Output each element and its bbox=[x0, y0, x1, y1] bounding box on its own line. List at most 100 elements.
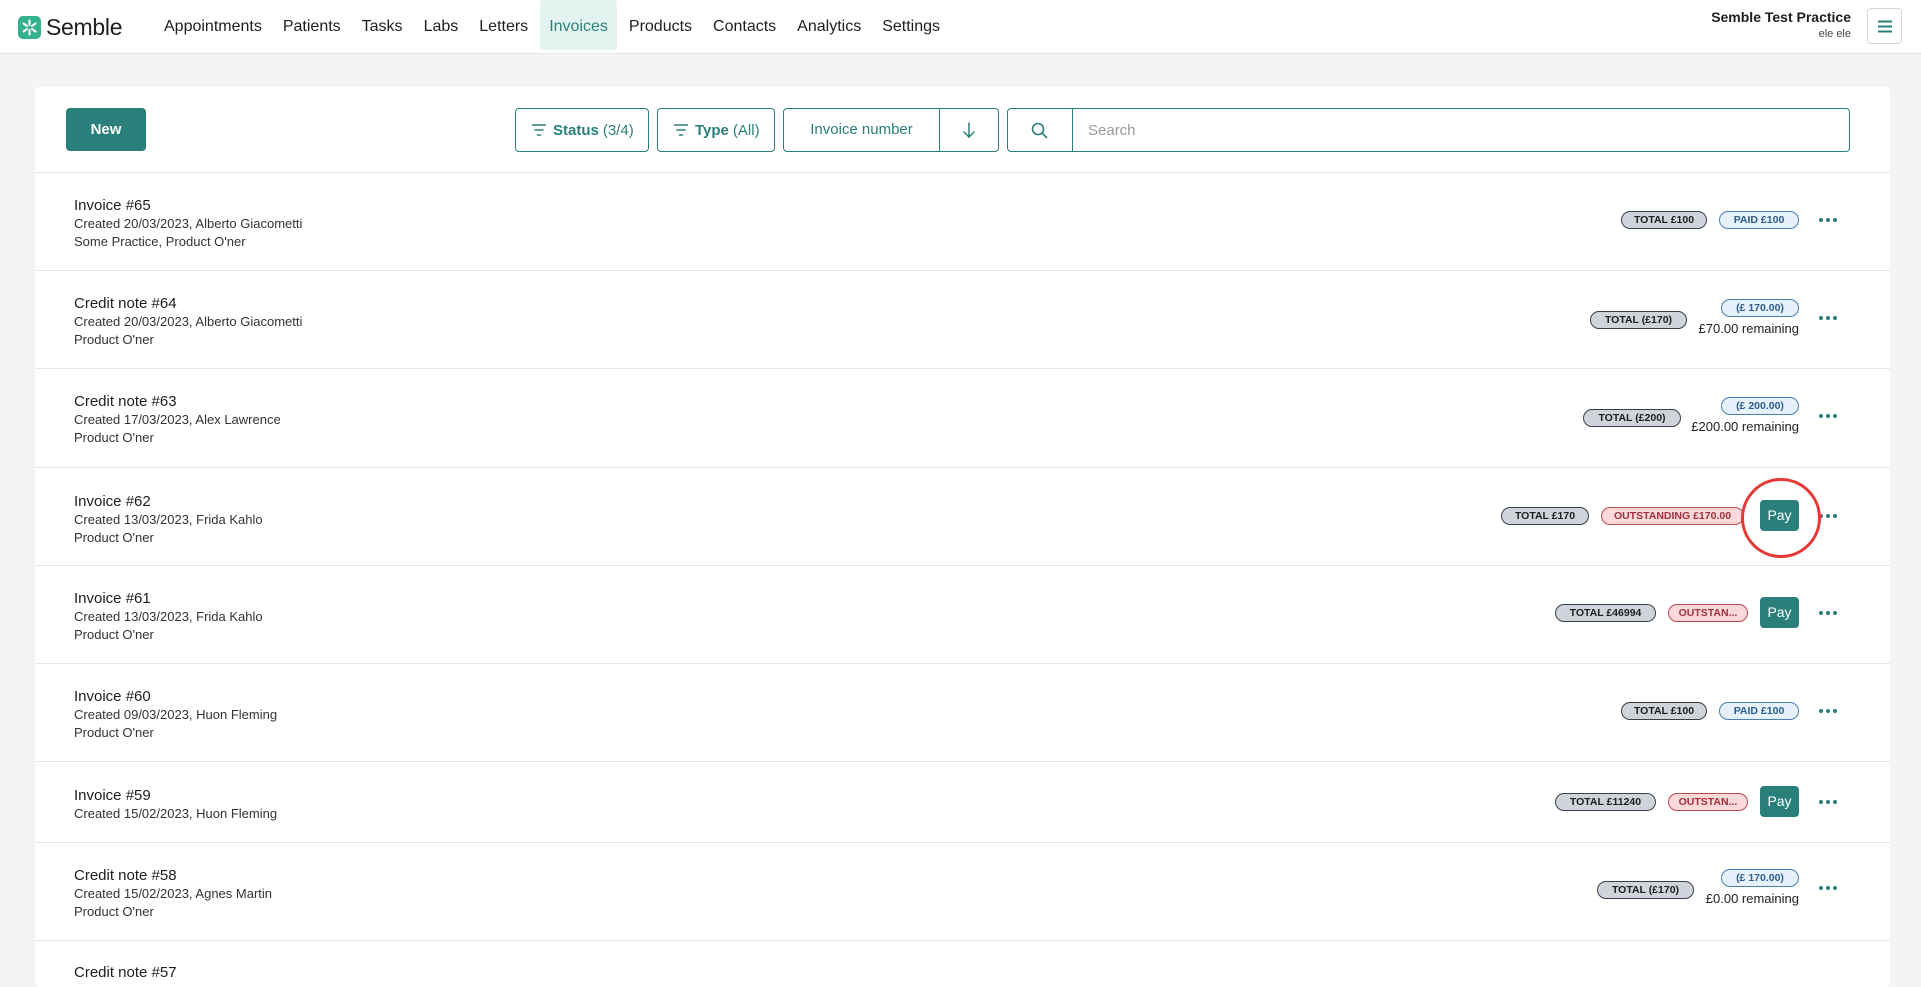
nav-item-products[interactable]: Products bbox=[620, 0, 701, 50]
more-options-icon[interactable] bbox=[1816, 792, 1840, 812]
total-badge: TOTAL £46994 bbox=[1555, 604, 1656, 622]
credit-note-row[interactable]: Credit note #64 Created 20/03/2023, Albe… bbox=[35, 271, 1890, 369]
new-invoice-button[interactable]: New bbox=[66, 108, 146, 151]
invoices-toolbar: New Status (3/4) Type (All) Invoice numb… bbox=[35, 87, 1890, 173]
semble-logo[interactable]: Semble bbox=[18, 14, 122, 41]
row-created: Created 13/03/2023, Frida Kahlo bbox=[74, 512, 263, 527]
search-button[interactable] bbox=[1008, 109, 1073, 151]
credit-amount-badge: (£ 200.00) bbox=[1721, 397, 1799, 415]
row-title: Credit note #57 bbox=[74, 964, 177, 981]
more-options-icon[interactable] bbox=[1816, 308, 1840, 328]
remaining-amount: £70.00 remaining bbox=[1698, 321, 1799, 336]
pay-button[interactable]: Pay bbox=[1760, 786, 1799, 817]
outstanding-badge: OUTSTAN... bbox=[1668, 604, 1748, 622]
row-title: Invoice #62 bbox=[74, 493, 151, 510]
remaining-amount: £200.00 remaining bbox=[1691, 419, 1799, 434]
row-created: Created 13/03/2023, Frida Kahlo bbox=[74, 609, 263, 624]
invoice-row[interactable]: Invoice #60 Created 09/03/2023, Huon Fle… bbox=[35, 664, 1890, 762]
sort-control: Invoice number bbox=[783, 108, 999, 152]
nav-item-invoices[interactable]: Invoices bbox=[540, 0, 617, 50]
credit-amount-badge: (£ 170.00) bbox=[1721, 299, 1799, 317]
filter-icon bbox=[532, 124, 546, 136]
credit-note-row[interactable]: Credit note #57 bbox=[35, 941, 1890, 987]
invoice-row[interactable]: Invoice #59 Created 15/02/2023, Huon Fle… bbox=[35, 762, 1890, 843]
pay-button[interactable]: Pay bbox=[1760, 500, 1799, 531]
row-title: Invoice #61 bbox=[74, 590, 151, 607]
paid-badge: PAID £100 bbox=[1719, 702, 1799, 720]
total-badge: TOTAL £100 bbox=[1621, 702, 1707, 720]
total-badge: TOTAL £100 bbox=[1621, 211, 1707, 229]
more-options-icon[interactable] bbox=[1816, 603, 1840, 623]
remaining-amount: £0.00 remaining bbox=[1705, 891, 1799, 906]
invoice-row[interactable]: Invoice #61 Created 13/03/2023, Frida Ka… bbox=[35, 566, 1890, 664]
row-title: Credit note #64 bbox=[74, 295, 177, 312]
status-filter-button[interactable]: Status (3/4) bbox=[515, 108, 649, 152]
outstanding-badge: OUTSTAN... bbox=[1668, 793, 1748, 811]
status-filter-label: Status bbox=[553, 121, 599, 139]
row-created: Created 09/03/2023, Huon Fleming bbox=[74, 707, 278, 722]
row-created: Created 15/02/2023, Huon Fleming bbox=[74, 806, 278, 821]
pay-button[interactable]: Pay bbox=[1760, 597, 1799, 628]
nav-item-settings[interactable]: Settings bbox=[873, 0, 949, 50]
more-options-icon[interactable] bbox=[1816, 210, 1840, 230]
filter-icon bbox=[674, 124, 688, 136]
search-control bbox=[1007, 108, 1850, 152]
row-details: Product O'ner bbox=[74, 530, 154, 545]
arrow-down-icon bbox=[963, 122, 975, 138]
search-icon bbox=[1031, 122, 1048, 139]
search-input[interactable] bbox=[1073, 109, 1849, 151]
type-filter-button[interactable]: Type (All) bbox=[657, 108, 775, 152]
more-options-icon[interactable] bbox=[1816, 878, 1840, 898]
sort-direction-button[interactable] bbox=[940, 109, 998, 151]
row-details: Product O'ner bbox=[74, 430, 154, 445]
row-title: Invoice #59 bbox=[74, 787, 151, 804]
type-filter-count: (All) bbox=[732, 121, 760, 139]
total-badge: TOTAL £170 bbox=[1501, 507, 1589, 525]
status-filter-count: (3/4) bbox=[602, 121, 634, 139]
row-created: Created 20/03/2023, Alberto Giacometti bbox=[74, 314, 303, 329]
nav-item-patients[interactable]: Patients bbox=[274, 0, 350, 50]
main-nav: Appointments Patients Tasks Labs Letters… bbox=[155, 0, 952, 50]
more-options-icon[interactable] bbox=[1816, 701, 1840, 721]
credit-note-row[interactable]: Credit note #58 Created 15/02/2023, Agne… bbox=[35, 843, 1890, 941]
row-title: Invoice #60 bbox=[74, 688, 151, 705]
row-details: Product O'ner bbox=[74, 904, 154, 919]
practice-name: Semble Test Practice bbox=[1711, 9, 1851, 25]
top-nav-bar: Semble Appointments Patients Tasks Labs … bbox=[0, 0, 1921, 54]
nav-item-appointments[interactable]: Appointments bbox=[155, 0, 271, 50]
row-created: Created 15/02/2023, Agnes Martin bbox=[74, 886, 273, 901]
more-options-icon[interactable] bbox=[1816, 406, 1840, 426]
invoice-row[interactable]: Invoice #62 Created 13/03/2023, Frida Ka… bbox=[35, 468, 1890, 566]
row-details: Some Practice, Product O'ner bbox=[74, 234, 246, 249]
sort-field-select[interactable]: Invoice number bbox=[784, 109, 940, 151]
invoice-row[interactable]: Invoice #65 Created 20/03/2023, Alberto … bbox=[35, 173, 1890, 271]
hamburger-menu-button[interactable] bbox=[1867, 8, 1902, 44]
semble-logo-text: Semble bbox=[46, 14, 123, 40]
row-details: Product O'ner bbox=[74, 332, 154, 347]
credit-note-row[interactable]: Credit note #63 Created 17/03/2023, Alex… bbox=[35, 369, 1890, 468]
row-title: Credit note #63 bbox=[74, 393, 177, 410]
hamburger-icon bbox=[1878, 20, 1892, 33]
row-title: Invoice #65 bbox=[74, 197, 151, 214]
semble-logo-icon bbox=[18, 16, 41, 39]
total-badge: TOTAL (£170) bbox=[1597, 881, 1694, 899]
row-created: Created 20/03/2023, Alberto Giacometti bbox=[74, 216, 303, 231]
nav-item-contacts[interactable]: Contacts bbox=[704, 0, 785, 50]
account-info[interactable]: Semble Test Practice ele ele bbox=[1711, 9, 1851, 40]
row-title: Credit note #58 bbox=[74, 867, 177, 884]
nav-item-tasks[interactable]: Tasks bbox=[353, 0, 412, 50]
type-filter-label: Type bbox=[695, 121, 729, 139]
paid-badge: PAID £100 bbox=[1719, 211, 1799, 229]
user-name: ele ele bbox=[1818, 28, 1851, 40]
more-options-icon[interactable] bbox=[1816, 506, 1840, 526]
nav-item-letters[interactable]: Letters bbox=[470, 0, 537, 50]
row-created: Created 17/03/2023, Alex Lawrence bbox=[74, 412, 281, 427]
nav-item-labs[interactable]: Labs bbox=[415, 0, 468, 50]
outstanding-badge: OUTSTANDING £170.00 bbox=[1601, 507, 1744, 525]
credit-amount-badge: (£ 170.00) bbox=[1721, 869, 1799, 887]
nav-item-analytics[interactable]: Analytics bbox=[788, 0, 870, 50]
row-details: Product O'ner bbox=[74, 627, 154, 642]
total-badge: TOTAL £11240 bbox=[1555, 793, 1656, 811]
total-badge: TOTAL (£170) bbox=[1590, 311, 1687, 329]
total-badge: TOTAL (£200) bbox=[1583, 409, 1681, 427]
